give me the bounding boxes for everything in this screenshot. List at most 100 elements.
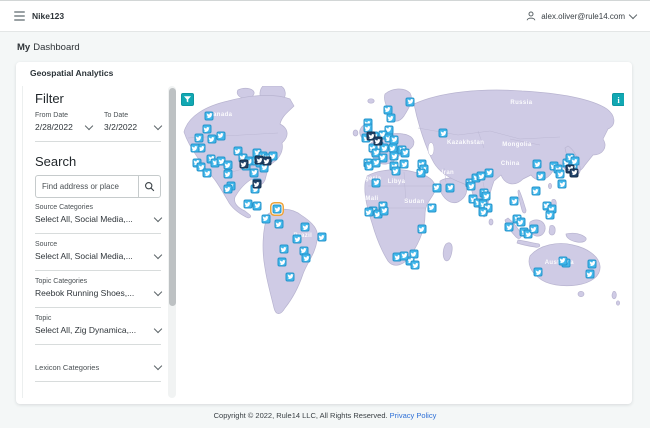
twitter-bird-icon <box>586 271 593 277</box>
source-categories-dropdown[interactable]: Source Categories Select All, Social Med… <box>35 202 163 234</box>
map-marker[interactable] <box>466 181 476 191</box>
map-marker[interactable] <box>285 272 295 282</box>
map-marker[interactable] <box>252 201 262 211</box>
map-marker[interactable] <box>476 171 486 181</box>
map-marker[interactable] <box>386 113 396 123</box>
map-marker[interactable] <box>509 196 519 206</box>
map-marker[interactable] <box>216 131 226 141</box>
map-marker[interactable] <box>279 244 289 254</box>
map-info-button[interactable]: i <box>612 93 624 106</box>
twitter-bird-icon <box>486 170 493 176</box>
brand-name: Nike123 <box>32 11 65 21</box>
source-dropdown[interactable]: Source Select All, Social Media,... <box>35 234 163 271</box>
map-marker[interactable] <box>529 224 539 234</box>
twitter-bird-icon <box>412 263 419 268</box>
map-marker[interactable] <box>504 222 514 232</box>
to-date-label: To Date <box>104 112 129 119</box>
map-marker[interactable] <box>533 267 543 277</box>
map-marker[interactable] <box>432 183 442 193</box>
map-marker[interactable] <box>532 159 542 169</box>
map-marker[interactable] <box>190 143 200 153</box>
map-marker[interactable] <box>202 168 212 178</box>
map-marker[interactable] <box>516 217 526 227</box>
twitter-bird-icon <box>391 153 398 159</box>
twitter-bird-icon <box>402 150 409 156</box>
map-marker[interactable] <box>207 134 217 144</box>
map-marker[interactable] <box>194 133 204 143</box>
twitter-bird-icon <box>374 138 381 144</box>
topic-dropdown[interactable]: Topic Select All, Zig Dynamica,... <box>35 308 163 345</box>
twitter-bird-icon <box>433 185 440 191</box>
panel-scrollbar-thumb[interactable] <box>168 88 176 306</box>
map-marker[interactable] <box>531 186 541 196</box>
map-marker[interactable] <box>438 128 448 138</box>
map-marker[interactable] <box>261 214 271 224</box>
twitter-bird-icon <box>254 203 261 209</box>
map-marker[interactable] <box>400 148 410 158</box>
map-marker[interactable] <box>427 203 437 213</box>
source-value: Select All, Social Media,... <box>35 251 133 261</box>
map-marker[interactable] <box>223 169 232 179</box>
map-marker[interactable] <box>587 259 597 269</box>
map-marker[interactable] <box>243 199 253 209</box>
map-marker[interactable] <box>223 160 233 170</box>
map-marker[interactable] <box>555 169 565 179</box>
copyright-text: Copyright © 2022, Rule14 LLC, All Rights… <box>213 411 388 420</box>
map-marker[interactable] <box>262 156 272 166</box>
map-marker[interactable] <box>481 191 491 201</box>
hamburger-menu-icon[interactable] <box>14 11 25 21</box>
map-marker[interactable] <box>389 151 399 161</box>
map-marker[interactable] <box>545 210 555 220</box>
search-input[interactable] <box>36 176 138 197</box>
map-marker[interactable] <box>410 260 420 270</box>
map-marker[interactable] <box>239 159 249 169</box>
lexicon-categories-dropdown[interactable]: Lexicon Categories <box>35 353 163 382</box>
map-marker[interactable] <box>204 111 214 121</box>
map-marker[interactable] <box>292 234 302 244</box>
map-marker[interactable] <box>445 183 455 193</box>
map-marker-highlighted[interactable] <box>272 204 282 214</box>
map-marker[interactable] <box>301 253 311 263</box>
privacy-policy-link[interactable]: Privacy Policy <box>390 411 437 420</box>
map-marker[interactable] <box>417 224 427 234</box>
map-marker[interactable] <box>478 207 488 217</box>
map-marker[interactable] <box>391 166 401 176</box>
map-marker[interactable] <box>317 232 327 242</box>
map-marker[interactable] <box>484 168 494 178</box>
map-filter-button[interactable] <box>181 93 194 106</box>
map-marker[interactable] <box>569 168 579 178</box>
map-marker[interactable] <box>585 269 595 279</box>
map-marker[interactable] <box>557 179 567 189</box>
user-menu[interactable]: alex.oliver@rule14.com <box>526 10 638 21</box>
from-date-field[interactable]: From Date 2/28/2022 <box>35 112 94 132</box>
map-marker[interactable] <box>300 222 310 232</box>
twitter-bird-icon <box>532 188 539 194</box>
geospatial-analytics-card: Geospatial Analytics Filter From Date 2/… <box>16 62 632 404</box>
to-date-field[interactable]: To Date 3/2/2022 <box>104 112 163 132</box>
search-button[interactable] <box>138 176 160 197</box>
map-marker[interactable] <box>274 219 284 229</box>
map-marker[interactable] <box>399 159 409 169</box>
map-marker[interactable] <box>223 184 233 194</box>
map-marker[interactable] <box>364 207 374 217</box>
person-icon <box>526 11 536 21</box>
map-marker[interactable] <box>202 124 212 134</box>
map-marker[interactable] <box>416 168 426 178</box>
map-marker[interactable] <box>277 257 287 267</box>
map-marker[interactable] <box>405 97 415 106</box>
topic-categories-dropdown[interactable]: Topic Categories Reebok Running Shoes,..… <box>35 271 163 308</box>
map-marker[interactable] <box>249 168 259 178</box>
map-marker[interactable] <box>373 136 383 146</box>
map-marker[interactable] <box>371 158 381 168</box>
map-marker[interactable] <box>399 251 409 261</box>
map-marker[interactable] <box>558 256 568 266</box>
lexicon-categories-label: Lexicon Categories <box>35 363 100 372</box>
map-marker[interactable] <box>379 206 389 216</box>
map-marker[interactable] <box>252 179 262 189</box>
page-title: Geospatial Analytics <box>30 68 114 78</box>
geospatial-map[interactable]: Canada Russia Kazakhstan Mongolia China Iran L… <box>178 86 624 396</box>
map-marker[interactable] <box>371 178 381 188</box>
twitter-bird-icon <box>279 259 286 265</box>
map-marker[interactable] <box>536 171 546 181</box>
topic-label: Topic <box>35 315 52 322</box>
